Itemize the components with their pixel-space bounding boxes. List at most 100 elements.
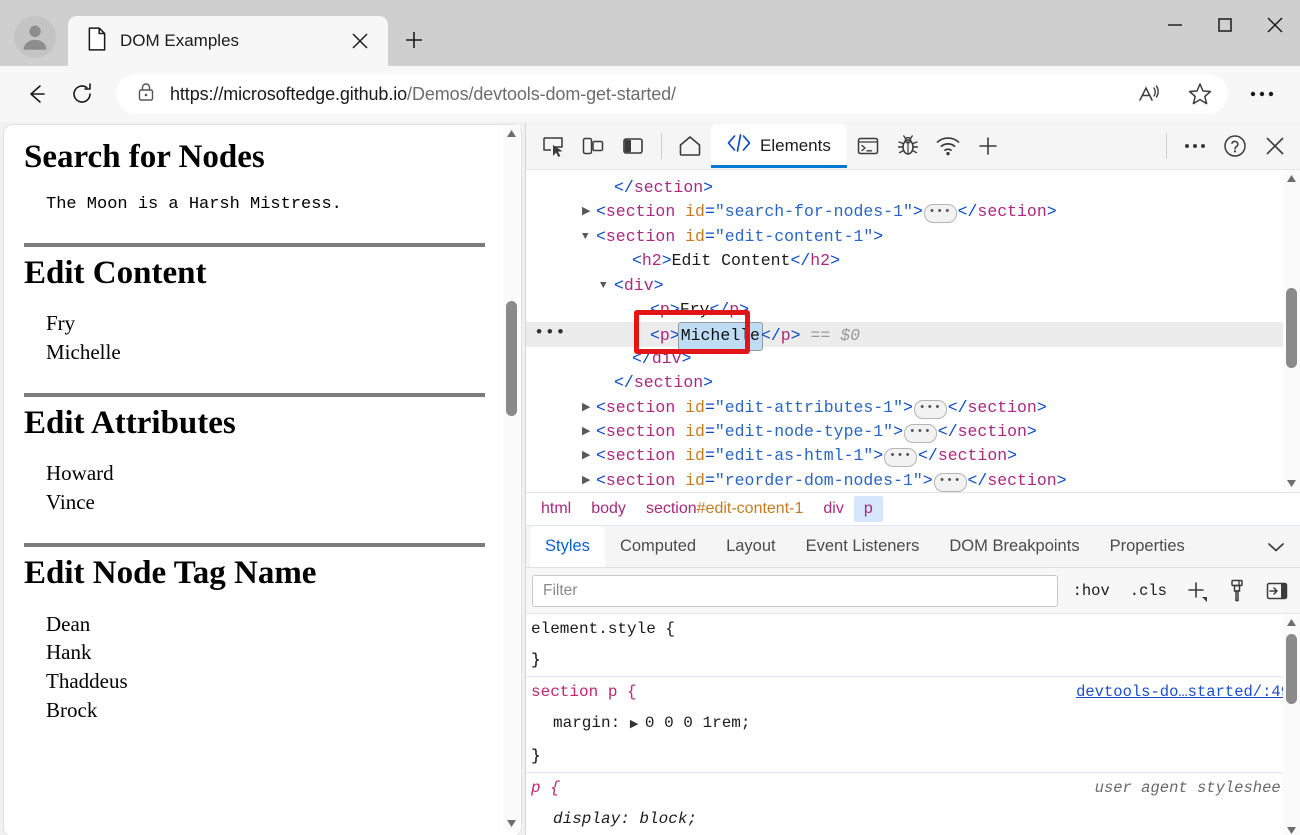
dom-node-row[interactable]: ▶<section id="edit-attributes-1">•••</se… xyxy=(526,396,1300,420)
expand-twisty-icon[interactable]: ▶ xyxy=(582,444,596,468)
declaration-property[interactable]: margin: xyxy=(553,714,630,732)
breadcrumb-item-html[interactable]: html xyxy=(531,496,581,522)
inspect-element-icon[interactable] xyxy=(534,127,572,165)
expand-twisty-icon[interactable]: ▼ xyxy=(582,225,596,249)
star-icon[interactable] xyxy=(1182,76,1218,112)
toggle-panel-icon[interactable] xyxy=(1262,576,1292,606)
style-rule[interactable]: section p {devtools-do…started/:49margin… xyxy=(526,676,1300,772)
filter-input[interactable]: Filter xyxy=(532,575,1058,607)
add-tool-plus-icon[interactable] xyxy=(969,127,1007,165)
cls-button[interactable]: .cls xyxy=(1125,579,1172,603)
url-bar[interactable]: https://microsoftedge.github.io/Demos/de… xyxy=(116,74,1228,114)
dom-node-row[interactable]: ▶<section id="edit-node-type-1">•••</sec… xyxy=(526,420,1300,444)
browser-tab[interactable]: DOM Examples xyxy=(68,16,388,66)
sidebar-tab-computed[interactable]: Computed xyxy=(605,526,711,567)
tab-elements[interactable]: Elements xyxy=(711,124,847,168)
tab-close-icon[interactable] xyxy=(344,25,376,57)
collapsed-children-badge[interactable]: ••• xyxy=(924,204,957,223)
console-icon[interactable] xyxy=(849,127,887,165)
dom-node-row[interactable]: ▶<section id="search-for-nodes-1">•••</s… xyxy=(526,200,1300,224)
style-rule[interactable]: p {user agent stylesheetdisplay: block;} xyxy=(526,772,1300,835)
breadcrumb[interactable]: htmlbodysection#edit-content-1divp xyxy=(526,492,1300,526)
declaration-value[interactable]: block; xyxy=(639,810,697,828)
expand-twisty-icon[interactable]: ▼ xyxy=(600,274,614,298)
home-icon[interactable] xyxy=(671,127,709,165)
styles-scrollbar[interactable] xyxy=(1283,614,1300,835)
sidebar-tab-dom-breakpoints[interactable]: DOM Breakpoints xyxy=(934,526,1094,567)
styles-scroll-down-arrow[interactable] xyxy=(1283,822,1300,835)
style-source-link[interactable]: devtools-do…started/:49 xyxy=(1076,677,1290,708)
dom-node-row[interactable]: </div> xyxy=(526,347,1300,371)
declaration-property[interactable]: display: xyxy=(553,810,639,828)
styles-rules-pane[interactable]: element.style {}section p { devtools-do…s… xyxy=(526,614,1300,835)
collapsed-children-badge[interactable]: ••• xyxy=(914,400,947,419)
declaration-value[interactable]: 0 0 0 1rem; xyxy=(645,714,751,732)
page-scroll-down-arrow[interactable] xyxy=(503,815,520,832)
dom-node-row-selected[interactable]: •••<p>Michelle</p> == $0 xyxy=(526,322,1300,346)
dom-node-row[interactable]: ▼<div> xyxy=(526,274,1300,298)
devtools-close-icon[interactable] xyxy=(1256,127,1294,165)
expand-twisty-icon[interactable]: ▶ xyxy=(582,469,596,492)
new-tab-button[interactable] xyxy=(398,24,430,56)
read-aloud-icon[interactable] xyxy=(1132,76,1168,112)
avatar[interactable] xyxy=(14,16,56,58)
devtools-more-icon[interactable] xyxy=(1176,127,1214,165)
expand-twisty-icon[interactable]: ▶ xyxy=(582,420,596,444)
breadcrumb-item-body[interactable]: body xyxy=(581,496,636,522)
paintbrush-icon[interactable] xyxy=(1222,576,1252,606)
sidebar-tab-event-listeners[interactable]: Event Listeners xyxy=(791,526,935,567)
sidebar-tab-layout[interactable]: Layout xyxy=(711,526,791,567)
dom-node-row[interactable]: ▼<section id="edit-content-1"> xyxy=(526,225,1300,249)
debugger-bug-icon[interactable] xyxy=(889,127,927,165)
dom-node-row[interactable]: <h2>Edit Content</h2> xyxy=(526,249,1300,273)
dom-node-row[interactable]: </section> xyxy=(526,371,1300,395)
style-declaration[interactable]: margin: ▶ 0 0 0 1rem; xyxy=(531,708,1290,741)
reload-button[interactable] xyxy=(62,74,102,114)
sidebar-tab-properties[interactable]: Properties xyxy=(1095,526,1200,567)
style-rule-selector[interactable]: section p { xyxy=(531,677,637,708)
dom-tree-scrollbar[interactable] xyxy=(1283,170,1300,492)
dom-node-row[interactable]: ▶<section id="edit-as-html-1">•••</secti… xyxy=(526,444,1300,468)
breadcrumb-item-p[interactable]: p xyxy=(854,496,883,522)
hov-button[interactable]: :hov xyxy=(1068,579,1115,603)
breadcrumb-item-div[interactable]: div xyxy=(813,496,853,522)
dock-side-icon[interactable] xyxy=(614,127,652,165)
sidebar-tab-styles[interactable]: Styles xyxy=(530,526,605,567)
dom-node-row[interactable]: </section> xyxy=(526,176,1300,200)
maximize-button[interactable] xyxy=(1200,0,1250,50)
collapsed-children-badge[interactable]: ••• xyxy=(934,473,967,492)
page-scroll-thumb[interactable] xyxy=(506,301,517,416)
help-question-icon[interactable] xyxy=(1216,127,1254,165)
back-button[interactable] xyxy=(16,74,56,114)
plus-new-style-rule-icon[interactable] xyxy=(1182,576,1212,606)
network-wifi-icon[interactable] xyxy=(929,127,967,165)
expand-twisty-icon[interactable]: ▶ xyxy=(582,200,596,224)
breadcrumb-item-section[interactable]: section#edit-content-1 xyxy=(636,496,813,522)
device-emulation-icon[interactable] xyxy=(574,127,612,165)
dom-token-punct: > xyxy=(923,471,933,490)
dom-node-row[interactable]: <p>Fry</p> xyxy=(526,298,1300,322)
style-rule-selector[interactable]: p { xyxy=(531,773,560,804)
expand-twisty-icon[interactable]: ▶ xyxy=(582,396,596,420)
style-rule-selector[interactable]: element.style { xyxy=(531,614,675,645)
style-declaration[interactable]: display: block; xyxy=(531,804,1290,835)
declaration-expand-icon[interactable]: ▶ xyxy=(630,719,645,731)
minimize-button[interactable] xyxy=(1150,0,1200,50)
collapsed-children-badge[interactable]: ••• xyxy=(884,448,917,467)
browser-settings-button[interactable] xyxy=(1240,74,1284,114)
dom-tree[interactable]: </section>▶<section id="search-for-nodes… xyxy=(526,170,1300,492)
page-scrollbar[interactable] xyxy=(503,125,520,832)
styles-sidebar-tabs[interactable]: StylesComputedLayoutEvent ListenersDOM B… xyxy=(526,526,1300,568)
node-menu-dots-icon[interactable]: ••• xyxy=(534,322,566,346)
styles-scroll-thumb[interactable] xyxy=(1286,634,1297,704)
chevron-down-icon[interactable] xyxy=(1252,526,1300,567)
dom-scroll-up-arrow[interactable] xyxy=(1283,170,1300,187)
styles-scroll-up-arrow[interactable] xyxy=(1283,614,1300,631)
style-rule[interactable]: element.style {} xyxy=(526,614,1300,676)
dom-node-row[interactable]: ▶<section id="reorder-dom-nodes-1">•••</… xyxy=(526,469,1300,492)
window-close-button[interactable] xyxy=(1250,0,1300,50)
dom-scroll-down-arrow[interactable] xyxy=(1283,475,1300,492)
collapsed-children-badge[interactable]: ••• xyxy=(904,424,937,443)
dom-scroll-thumb[interactable] xyxy=(1286,288,1297,368)
page-scroll-up-arrow[interactable] xyxy=(503,125,520,142)
